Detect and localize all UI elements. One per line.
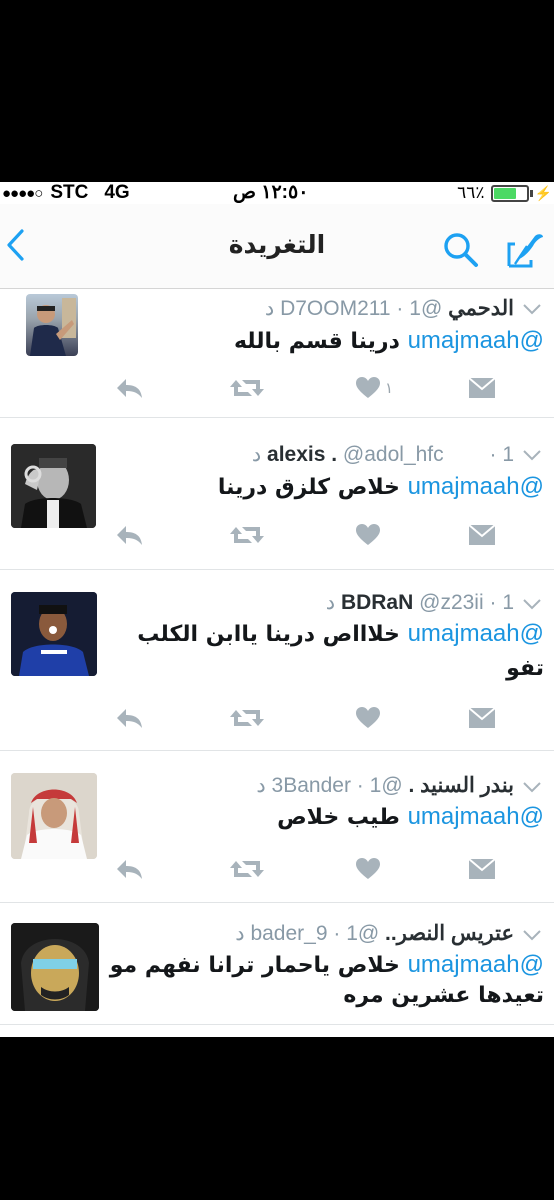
envelope-icon [468, 377, 496, 398]
tweet-actions: ١ [0, 371, 554, 405]
tweet-text-line-2: تفو [506, 656, 544, 681]
author-name[interactable]: alexis . [267, 443, 337, 466]
status-bar: ●●●●○ STC 4G ١٢:٥٠ ص ٦٦٪ ⚡ [0, 182, 554, 204]
like-button[interactable]: ١ [355, 371, 393, 405]
envelope-icon [468, 858, 496, 879]
retweet-icon [230, 380, 264, 396]
mention-link[interactable]: @umajmaah [408, 951, 544, 978]
author-name[interactable]: الدحمي [448, 297, 514, 320]
direct-message-button[interactable] [468, 852, 496, 886]
tweet-text: @umajmaah طيب خلاص [277, 803, 544, 830]
retweet-button[interactable] [228, 701, 266, 735]
direct-message-button[interactable] [468, 701, 496, 735]
avatar-image [11, 773, 97, 859]
battery-icon [490, 184, 533, 202]
chevron-down-icon[interactable] [522, 781, 542, 793]
search-button[interactable] [441, 230, 481, 270]
tweet-list: الدحمي @D7OOM211 · 1 د @umajmaah درينا ق… [0, 289, 554, 1025]
author-handle[interactable]: @z23ii [419, 591, 484, 614]
avatar[interactable] [11, 444, 96, 528]
avatar[interactable] [11, 923, 99, 1011]
reply-icon [117, 860, 142, 879]
retweet-icon [230, 527, 264, 543]
direct-message-button[interactable] [468, 518, 496, 552]
chevron-down-icon[interactable] [522, 598, 542, 610]
retweet-button[interactable] [228, 852, 266, 886]
reply-icon [117, 379, 142, 398]
reply-icon [117, 709, 142, 728]
tweet-text: @umajmaah خلاااص درينا ياابن الكلب [137, 620, 544, 647]
avatar-image [11, 592, 97, 676]
author-name[interactable]: بندر السنيد . [408, 774, 514, 797]
twitter-screen: ●●●●○ STC 4G ١٢:٥٠ ص ٦٦٪ ⚡ التغريدة الدح… [0, 182, 554, 1037]
tweet-actions [0, 852, 554, 886]
mention-link[interactable]: @umajmaah [408, 803, 544, 830]
chevron-down-icon[interactable] [522, 303, 542, 315]
tweet-item[interactable]: BDRaN @z23ii · 1 د @umajmaah خلاااص درين… [0, 570, 554, 751]
carrier-name: STC [50, 182, 89, 203]
tweet-item[interactable]: الدحمي @D7OOM211 · 1 د @umajmaah درينا ق… [0, 289, 554, 418]
signal-strength-icon: ●●●●○ [2, 184, 43, 202]
avatar-image [11, 923, 99, 1011]
status-time: ١٢:٥٠ ص [233, 182, 309, 203]
avatar[interactable] [11, 592, 97, 676]
envelope-icon [468, 524, 496, 545]
tweet-text-line-2: تعيدها عشرين مره [343, 983, 544, 1008]
compose-button[interactable] [505, 230, 547, 270]
reply-button[interactable] [114, 518, 144, 552]
tweet-text: @umajmaah درينا قسم بالله [233, 327, 544, 354]
chevron-down-icon[interactable] [522, 449, 542, 461]
tweet-actions [0, 518, 554, 552]
like-button[interactable] [355, 701, 385, 735]
author-handle[interactable]: @bader_9 [250, 922, 379, 945]
network-type: 4G [104, 182, 130, 203]
envelope-icon [468, 707, 496, 728]
tweet-actions [0, 701, 554, 735]
mention-link[interactable]: @umajmaah [408, 473, 544, 500]
mention-link[interactable]: @umajmaah [408, 620, 544, 647]
retweet-icon [230, 710, 264, 726]
retweet-icon [230, 861, 264, 877]
author-handle[interactable]: @adol_hfc [343, 443, 444, 466]
heart-icon [356, 707, 380, 728]
like-button[interactable] [355, 518, 385, 552]
search-icon [444, 233, 478, 267]
reply-button[interactable] [114, 371, 144, 405]
author-handle[interactable]: @3Bander [272, 774, 403, 797]
tweet-item[interactable]: عتريس النصر.. @bader_9 · 1 د @umajmaah خ… [0, 903, 554, 1025]
avatar[interactable] [26, 294, 78, 356]
retweet-button[interactable] [228, 518, 266, 552]
compose-icon [507, 234, 543, 268]
mention-link[interactable]: @umajmaah [408, 327, 544, 354]
heart-icon [356, 524, 380, 545]
chevron-down-icon[interactable] [522, 929, 542, 941]
reply-icon [117, 526, 142, 545]
tweet-text: @umajmaah خلاص ياحمار ترانا نفهم مو [109, 951, 544, 978]
avatar-image [30, 298, 76, 356]
tweet-text: @umajmaah خلاص كلزق درينا [217, 473, 544, 500]
heart-icon [356, 858, 380, 879]
charging-icon: ⚡ [534, 184, 552, 201]
nav-bar: التغريدة [0, 204, 554, 289]
reply-button[interactable] [114, 701, 144, 735]
avatar[interactable] [11, 773, 97, 859]
battery-level [493, 187, 516, 199]
like-button[interactable] [355, 852, 385, 886]
like-count: ١ [385, 380, 394, 397]
author-name[interactable]: عتريس النصر.. [385, 922, 514, 945]
retweet-button[interactable] [228, 371, 266, 405]
tweet-item[interactable]: alexis . @adol_hfc · 1 د @umajmaah خلاص … [0, 418, 554, 570]
heart-icon [356, 377, 380, 398]
tweet-item[interactable]: بندر السنيد . @3Bander · 1 د @umajmaah ط… [0, 751, 554, 903]
battery-percent: ٦٦٪ [457, 183, 485, 202]
direct-message-button[interactable] [468, 371, 496, 405]
author-name[interactable]: BDRaN [341, 591, 413, 614]
avatar-image [11, 444, 96, 528]
reply-button[interactable] [114, 852, 144, 886]
